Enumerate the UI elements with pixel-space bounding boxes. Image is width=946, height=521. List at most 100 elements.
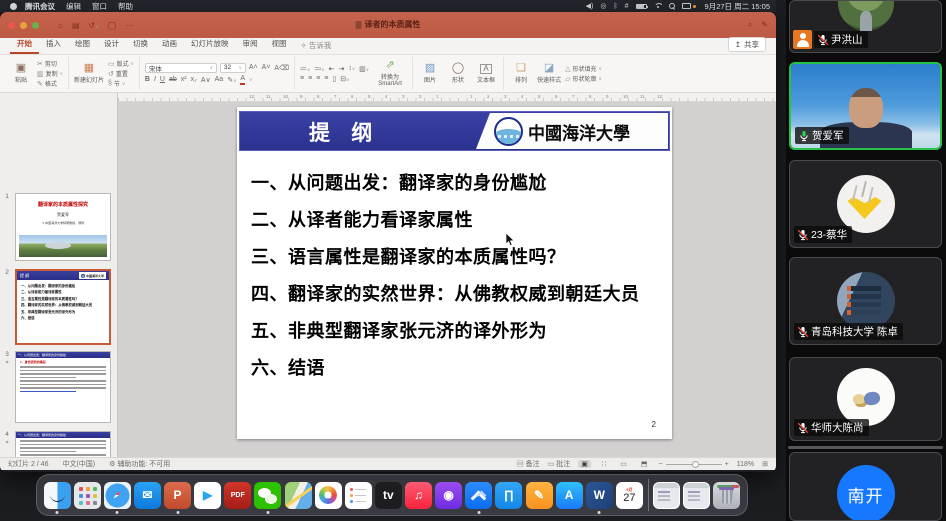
shape-fill-button[interactable]: △形状填充∨: [565, 64, 602, 73]
share-button[interactable]: ↥共享: [728, 37, 766, 52]
bold-button[interactable]: B: [145, 76, 150, 83]
zoom-slider[interactable]: − +: [659, 461, 729, 468]
dock-item-reminders[interactable]: [344, 476, 372, 514]
dock-item-word[interactable]: W: [585, 476, 613, 514]
clear-format-icon[interactable]: A⌫: [274, 64, 289, 72]
participant-tile-5[interactable]: 南开: [789, 452, 942, 521]
participant-tile-3[interactable]: 青岛科技大学 陈卓: [789, 257, 942, 345]
paste-button[interactable]: ▣粘贴: [9, 63, 33, 84]
slide-outline-item[interactable]: 六、结语: [251, 350, 664, 387]
slide-outline-item[interactable]: 一、从问题出发：翻译家的身份尴尬: [251, 165, 664, 202]
dock-item-music[interactable]: ♫: [405, 476, 433, 514]
pen-icon[interactable]: ✎: [761, 20, 768, 30]
strikethrough-button[interactable]: ab: [169, 76, 177, 83]
reset-button[interactable]: ↺重置: [108, 69, 134, 78]
dock-item-mail[interactable]: ✉: [133, 476, 161, 514]
zoom-window-button[interactable]: [32, 22, 39, 29]
underline-button[interactable]: U: [160, 76, 165, 83]
tab-幻灯片放映[interactable]: 幻灯片放映: [184, 36, 236, 54]
comments-toggle[interactable]: ▭ 批注: [548, 459, 571, 469]
redo-icon[interactable]: ◯: [107, 21, 116, 30]
slide-outline-item[interactable]: 二、从译者能力看译家属性: [251, 202, 664, 239]
menubar-item-3[interactable]: 帮助: [118, 2, 133, 11]
indent-button[interactable]: ⇥: [338, 65, 344, 73]
bullets-button[interactable]: ≔∨: [300, 65, 310, 73]
slideshow-view-button[interactable]: ⬒: [638, 460, 651, 468]
menubar-item-0[interactable]: 腾讯会议: [25, 2, 55, 11]
text-direction-button[interactable]: ▯: [332, 75, 336, 83]
zoom-level[interactable]: 118%: [737, 461, 754, 468]
highlight-button[interactable]: ✎∨: [227, 76, 236, 84]
dock-item-finder[interactable]: [43, 476, 71, 514]
tab-绘图[interactable]: 绘图: [68, 36, 97, 54]
font-color-button[interactable]: A: [240, 75, 245, 85]
slide-outline-item[interactable]: 四、翻译家的实然世界：从佛教权威到朝廷大员: [251, 276, 664, 313]
participant-tile-4[interactable]: 华师大陈尚: [789, 357, 942, 441]
line-spacing-button[interactable]: ↕∨: [348, 65, 355, 72]
shapes-button[interactable]: ◯形状: [446, 63, 470, 84]
menubar-clock[interactable]: 9月27日 周二 15:05: [705, 1, 770, 12]
normal-view-button[interactable]: ▣: [578, 460, 591, 468]
change-case-button[interactable]: Aa: [215, 76, 224, 83]
align-text-button[interactable]: ⊟∨: [340, 75, 349, 83]
copy-button[interactable]: ▥复制∨: [37, 69, 63, 78]
dock-item-launchpad[interactable]: [73, 476, 101, 514]
search-icon[interactable]: ⌕: [748, 20, 752, 30]
dock-item-app-store[interactable]: A: [555, 476, 583, 514]
tab-开始[interactable]: 开始: [10, 36, 39, 54]
increase-font-icon[interactable]: A˄: [249, 64, 258, 71]
dock-item-photos[interactable]: [314, 476, 342, 514]
undo-icon[interactable]: ↺∨: [88, 21, 98, 30]
subscript-button[interactable]: x₂: [191, 76, 197, 83]
participant-tile-1[interactable]: 贺爱军: [789, 62, 942, 150]
minimize-window-button[interactable]: [20, 22, 27, 29]
dock-item-calendar[interactable]: 9月27: [615, 476, 643, 514]
zoom-in-icon[interactable]: +: [725, 461, 729, 468]
menubar-item-1[interactable]: 编辑: [66, 2, 81, 11]
section-button[interactable]: §节∨: [108, 79, 134, 88]
tab-tell-me[interactable]: ✧ 告诉我: [294, 38, 339, 54]
dock-item-safari[interactable]: [103, 476, 131, 514]
tab-切换[interactable]: 切换: [126, 36, 155, 54]
slide-title-banner[interactable]: 提 纲 中國海洋大學: [239, 111, 670, 151]
close-window-button[interactable]: [8, 22, 15, 29]
dock-item-maps[interactable]: [284, 476, 312, 514]
home-icon[interactable]: ⌂: [58, 21, 63, 30]
dock-item-podcasts[interactable]: ◉: [435, 476, 463, 514]
dock-item-pages[interactable]: ✎: [525, 476, 553, 514]
tab-设计[interactable]: 设计: [97, 36, 126, 54]
accessibility-status[interactable]: ⚙ 辅助功能: 不可用: [109, 459, 170, 469]
font-name-select[interactable]: 宋体∨: [145, 63, 217, 73]
tab-视图[interactable]: 视图: [265, 36, 294, 54]
columns-button[interactable]: ▥∨: [359, 65, 369, 73]
volume-icon[interactable]: ◀): [586, 3, 594, 10]
arrange-button[interactable]: ❏排列: [509, 63, 533, 84]
dock-item-youku[interactable]: ▶: [194, 476, 222, 514]
reading-view-button[interactable]: ▭: [617, 460, 630, 468]
zoom-out-icon[interactable]: −: [659, 461, 663, 468]
dock-item-wechat[interactable]: [254, 476, 282, 514]
smartart-button[interactable]: ⇗转换为SmartArt: [373, 60, 407, 87]
slide-thumbnail-1[interactable]: 翻译家的本质属性探究贺爱军✦ 中国海洋大学特聘教授、博导: [15, 193, 111, 261]
dock-item-trash[interactable]: [713, 476, 741, 514]
dock-item-keynote[interactable]: ∏: [495, 476, 523, 514]
justify-button[interactable]: ≡: [324, 75, 328, 82]
dock-item-window-stack-2[interactable]: [683, 476, 711, 514]
apple-menu-icon[interactable]: [10, 3, 17, 10]
outdent-button[interactable]: ⇤: [329, 65, 335, 73]
save-icon[interactable]: ▤: [72, 21, 80, 30]
font-size-select[interactable]: 32∨: [220, 63, 246, 73]
language-status[interactable]: 中文(中国): [62, 459, 95, 469]
notes-toggle[interactable]: ▤ 备注: [517, 459, 540, 469]
display-sharing-icon[interactable]: [682, 3, 691, 9]
slide-outline-item[interactable]: 三、语言属性是翻译家的本质属性吗？: [251, 239, 664, 276]
keyboard-icon[interactable]: #: [625, 3, 629, 10]
spotlight-icon[interactable]: [669, 3, 675, 9]
battery-icon[interactable]: [636, 4, 647, 9]
decrease-font-icon[interactable]: A˅: [262, 64, 271, 71]
new-slide-button[interactable]: ▦新建幻灯片: [74, 63, 104, 84]
text-effects-button[interactable]: A∨: [201, 76, 211, 84]
more-commands-icon[interactable]: ⋯: [125, 21, 133, 30]
slide-outline-item[interactable]: 五、非典型翻译家张元济的译外形为: [251, 313, 664, 350]
dock-item-pdf-expert[interactable]: PDF: [224, 476, 252, 514]
